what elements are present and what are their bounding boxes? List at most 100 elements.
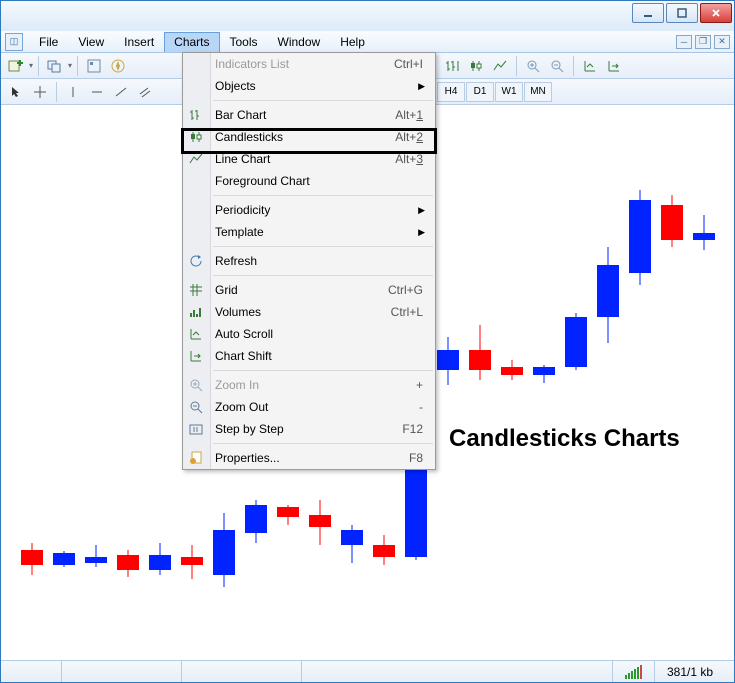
menu-item-label: Auto Scroll	[215, 327, 273, 341]
timeframe-d1[interactable]: D1	[466, 82, 494, 102]
minimize-button[interactable]	[632, 3, 664, 23]
zoomin-icon	[187, 376, 205, 394]
trendline-button[interactable]	[110, 81, 132, 103]
candle-icon	[187, 128, 205, 146]
shortcut-label: -	[419, 400, 435, 414]
market-watch-button[interactable]	[83, 55, 105, 77]
menu-tools[interactable]: Tools	[220, 32, 268, 52]
submenu-arrow-icon: ▶	[418, 227, 435, 238]
menu-item-template[interactable]: Template ▶	[183, 221, 435, 243]
timeframe-w1[interactable]: W1	[495, 82, 523, 102]
step-icon	[187, 420, 205, 438]
bar-chart-button[interactable]	[441, 55, 463, 77]
overlay-title: Candlesticks Charts	[449, 425, 680, 453]
menu-item-candlesticks[interactable]: CandlesticksAlt+2	[183, 126, 435, 148]
menu-item-label: Step by Step	[215, 422, 284, 436]
menu-item-label: Chart Shift	[215, 349, 272, 363]
chart-shift-button[interactable]	[603, 55, 625, 77]
menu-item-label: Objects	[215, 79, 256, 93]
menu-item-label: Line Chart	[215, 152, 270, 166]
menu-window[interactable]: Window	[268, 32, 331, 52]
mdi-restore-button[interactable]: ❐	[695, 35, 711, 49]
titlebar	[1, 1, 734, 31]
line-chart-button[interactable]	[489, 55, 511, 77]
submenu-arrow-icon: ▶	[418, 81, 435, 92]
volumes-icon	[187, 303, 205, 321]
menu-item-bar-chart[interactable]: Bar ChartAlt+1	[183, 104, 435, 126]
menu-item-indicators-list: Indicators List Ctrl+I	[183, 53, 435, 75]
menu-item-label: Candlesticks	[215, 130, 283, 144]
shortcut-label: F8	[409, 451, 435, 465]
crosshair-button[interactable]	[29, 81, 51, 103]
app-window: ◫ FileViewInsertChartsToolsWindowHelp ─ …	[0, 0, 735, 683]
refresh-icon	[187, 252, 205, 270]
channel-button[interactable]	[134, 81, 156, 103]
props-icon	[187, 449, 205, 467]
zoomout-icon	[187, 398, 205, 416]
shortcut-label: +	[416, 378, 435, 392]
mdi-close-button[interactable]: ✕	[714, 35, 730, 49]
menu-item-label: Zoom In	[215, 378, 259, 392]
menu-item-foreground-chart[interactable]: Foreground Chart	[183, 170, 435, 192]
menu-item-zoom-in: Zoom In +	[183, 374, 435, 396]
menu-item-volumes[interactable]: Volumes Ctrl+L	[183, 301, 435, 323]
connection-indicator	[612, 661, 654, 682]
menu-item-periodicity[interactable]: Periodicity ▶	[183, 199, 435, 221]
statusbar: 381/1 kb	[1, 660, 734, 682]
horizontal-line-button[interactable]	[86, 81, 108, 103]
menubar: ◫ FileViewInsertChartsToolsWindowHelp ─ …	[1, 31, 734, 53]
menu-item-label: Zoom Out	[215, 400, 268, 414]
shortcut-label: Alt+1	[395, 108, 435, 122]
menu-item-grid[interactable]: Grid Ctrl+G	[183, 279, 435, 301]
menu-item-refresh[interactable]: Refresh	[183, 250, 435, 272]
menu-item-label: Volumes	[215, 305, 261, 319]
shortcut-label: Alt+3	[395, 152, 435, 166]
menu-insert[interactable]: Insert	[114, 32, 164, 52]
candlestick-button[interactable]	[465, 55, 487, 77]
chartshift-icon	[187, 347, 205, 365]
menu-item-label: Foreground Chart	[215, 174, 310, 188]
autoscroll-icon	[187, 325, 205, 343]
line-icon	[187, 150, 205, 168]
menu-item-label: Refresh	[215, 254, 257, 268]
maximize-button[interactable]	[666, 3, 698, 23]
menu-item-label: Template	[215, 225, 264, 239]
shortcut-label: Ctrl+G	[388, 283, 435, 297]
cursor-button[interactable]	[5, 81, 27, 103]
connection-bars-icon	[625, 665, 642, 679]
close-button[interactable]	[700, 3, 732, 23]
menu-item-step-by-step[interactable]: Step by Step F12	[183, 418, 435, 440]
zoom-in-button[interactable]	[522, 55, 544, 77]
auto-scroll-button[interactable]	[579, 55, 601, 77]
mdi-minimize-button[interactable]: ─	[676, 35, 692, 49]
shortcut-label: F12	[402, 422, 435, 436]
new-chart-button[interactable]	[5, 55, 27, 77]
timeframe-h4[interactable]: H4	[437, 82, 465, 102]
menu-item-label: Periodicity	[215, 203, 270, 217]
menu-item-zoom-out[interactable]: Zoom Out -	[183, 396, 435, 418]
menu-view[interactable]: View	[68, 32, 114, 52]
charts-menu-dropdown: Indicators List Ctrl+I Objects ▶ Bar ChartAl…	[182, 52, 436, 470]
menu-item-line-chart[interactable]: Line Chart Alt+3	[183, 148, 435, 170]
app-icon: ◫	[5, 33, 23, 51]
shortcut-label: Ctrl+L	[391, 305, 435, 319]
shortcut-label: Ctrl+I	[394, 57, 435, 71]
menu-item-objects[interactable]: Objects ▶	[183, 75, 435, 97]
menu-item-chart-shift[interactable]: Chart Shift	[183, 345, 435, 367]
vertical-line-button[interactable]	[62, 81, 84, 103]
bar-icon	[187, 106, 205, 124]
menu-item-label: Properties...	[215, 451, 280, 465]
menu-item-label: Grid	[215, 283, 238, 297]
menu-file[interactable]: File	[29, 32, 68, 52]
menu-item-auto-scroll[interactable]: Auto Scroll	[183, 323, 435, 345]
navigator-button[interactable]	[107, 55, 129, 77]
menu-help[interactable]: Help	[330, 32, 375, 52]
grid-icon	[187, 281, 205, 299]
menu-item-properties-[interactable]: Properties... F8	[183, 447, 435, 469]
menu-charts[interactable]: Charts	[164, 32, 219, 52]
zoom-out-button[interactable]	[546, 55, 568, 77]
submenu-arrow-icon: ▶	[418, 205, 435, 216]
profiles-button[interactable]	[44, 55, 66, 77]
timeframe-mn[interactable]: MN	[524, 82, 552, 102]
menu-item-label: Indicators List	[215, 57, 289, 71]
